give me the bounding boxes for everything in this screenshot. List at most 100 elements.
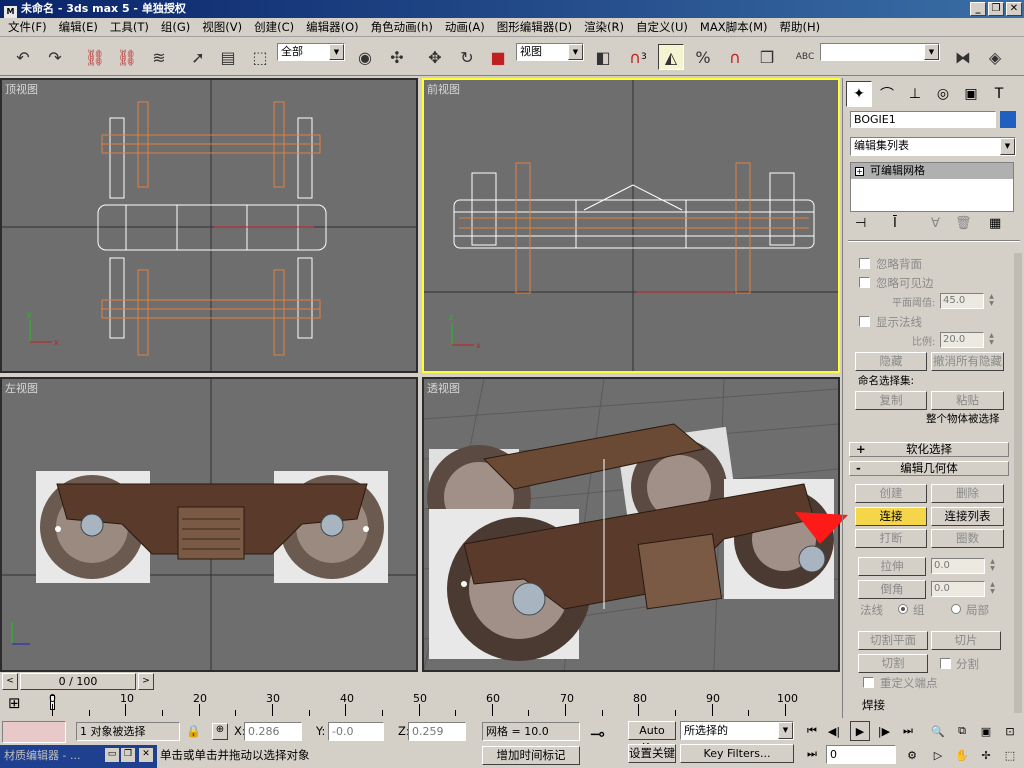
z-coordinate[interactable]: 0.259: [408, 722, 466, 741]
key-mode-dropdown[interactable]: 所选择的 ▼: [680, 721, 794, 740]
taskbar-close-icon[interactable]: ✕: [139, 748, 153, 762]
turn-button[interactable]: 圈数: [931, 529, 1004, 548]
zoom-extents-icon[interactable]: ▣: [976, 721, 996, 741]
spinner-arrows-icon[interactable]: ▲ ▼: [986, 293, 997, 309]
set-key-button[interactable]: 设置关键帧: [628, 744, 676, 763]
key-mode-toggle-icon[interactable]: ⏭: [802, 744, 822, 764]
attach-list-button[interactable]: 连接列表: [931, 507, 1004, 526]
normal-group-radio[interactable]: [898, 604, 908, 614]
pin-stack-icon[interactable]: ⊣: [855, 216, 866, 231]
edit-geometry-rollout[interactable]: - 编辑几何体: [849, 461, 1009, 476]
play-icon[interactable]: ▶: [850, 721, 870, 741]
chamfer-button[interactable]: 倒角: [858, 580, 926, 599]
current-frame-field[interactable]: 0: [826, 745, 896, 764]
create-button[interactable]: 创建: [855, 484, 927, 503]
zoom-all-icon[interactable]: ⧉: [952, 721, 972, 741]
named-selection-dropdown[interactable]: ▼: [820, 43, 940, 61]
reference-coordinate-dropdown[interactable]: 视图 ▼: [516, 43, 584, 61]
taskbar-restore-icon[interactable]: ▭: [105, 748, 119, 762]
menu-character[interactable]: 角色动画(h): [365, 19, 439, 35]
ignore-visible-edges-checkbox[interactable]: [859, 277, 870, 288]
extrude-button[interactable]: 拉伸: [858, 557, 926, 576]
make-unique-icon[interactable]: ∀: [931, 216, 940, 231]
normal-scale-spinner[interactable]: 20.0 ▲ ▼: [940, 332, 994, 348]
selection-filter-dropdown[interactable]: 全部 ▼: [277, 43, 345, 61]
add-time-tag-button[interactable]: 增加时间标记: [482, 746, 580, 765]
hide-button[interactable]: 隐藏: [855, 352, 927, 371]
angle-snap-icon[interactable]: ◭: [658, 44, 684, 70]
pivot-center-icon[interactable]: ◧: [590, 44, 616, 70]
menu-tools[interactable]: 工具(T): [104, 19, 155, 35]
create-tab-icon[interactable]: ✦: [846, 81, 872, 107]
refine-ends-checkbox[interactable]: [863, 677, 874, 688]
goto-start-icon[interactable]: ⏮: [802, 721, 822, 741]
mirror-icon[interactable]: ⧓: [950, 44, 976, 70]
panel-scrollbar[interactable]: [1014, 253, 1022, 713]
slice-button[interactable]: 切片: [931, 631, 1001, 650]
minimize-button[interactable]: _: [970, 2, 986, 16]
remove-modifier-icon[interactable]: 🗑: [955, 216, 972, 231]
normal-local-radio[interactable]: [951, 604, 961, 614]
next-frame-icon[interactable]: |▶: [874, 721, 894, 741]
paste-button[interactable]: 粘贴: [931, 391, 1004, 410]
close-button[interactable]: ✕: [1006, 2, 1022, 16]
maximize-viewport-icon[interactable]: ⬚: [1000, 745, 1020, 765]
curve-editor-icon[interactable]: ⊞: [8, 694, 21, 712]
unlink-icon[interactable]: ⛓: [114, 44, 140, 70]
spinner-arrows-icon[interactable]: ▲ ▼: [987, 558, 998, 574]
zoom-extents-all-icon[interactable]: ⊡: [1000, 721, 1020, 741]
split-checkbox[interactable]: [940, 658, 951, 669]
absolute-mode-icon[interactable]: ⊕: [212, 723, 228, 740]
object-color-swatch[interactable]: [1000, 111, 1016, 128]
percent-snap-icon[interactable]: %: [690, 44, 716, 70]
copy-button[interactable]: 复制: [855, 391, 927, 410]
expand-icon[interactable]: +: [855, 167, 864, 176]
align-icon[interactable]: ◈: [982, 44, 1008, 70]
menu-edit[interactable]: 编辑(E): [53, 19, 104, 35]
select-and-scale-icon[interactable]: ■: [485, 44, 511, 70]
bind-space-warp-icon[interactable]: ≋: [146, 44, 172, 70]
select-and-link-icon[interactable]: ⛓: [82, 44, 108, 70]
field-of-view-icon[interactable]: ▷: [928, 745, 948, 765]
arc-rotate-icon[interactable]: ✢: [976, 745, 996, 765]
restore-button[interactable]: ❐: [988, 2, 1004, 16]
spinner-arrows-icon[interactable]: ▲ ▼: [986, 332, 997, 348]
crossing-selection-icon[interactable]: ✣: [384, 44, 410, 70]
key-filters-button[interactable]: Key Filters...: [680, 744, 794, 763]
motion-tab-icon[interactable]: ◎: [930, 81, 956, 107]
menu-help[interactable]: 帮助(H): [773, 19, 826, 35]
select-and-rotate-icon[interactable]: ↻: [454, 44, 480, 70]
viewport-perspective[interactable]: 透视图: [422, 377, 840, 672]
select-object-icon[interactable]: ➚: [185, 44, 211, 70]
stack-item[interactable]: + 可编辑网格: [851, 163, 1013, 179]
unhide-all-button[interactable]: 撤消所有隐藏: [931, 352, 1004, 371]
cut-button[interactable]: 切割: [858, 654, 928, 673]
abc-text-icon[interactable]: ABC: [792, 44, 818, 70]
attach-button[interactable]: 连接: [855, 507, 927, 526]
redo-icon[interactable]: ↷: [42, 44, 68, 70]
menu-create[interactable]: 创建(C): [248, 19, 300, 35]
zoom-icon[interactable]: 🔍: [928, 721, 948, 741]
previous-frame-icon[interactable]: ◀|: [824, 721, 844, 741]
menu-graph-editors[interactable]: 图形编辑器(D): [491, 19, 578, 35]
show-end-result-icon[interactable]: Ī: [893, 216, 897, 231]
delete-button[interactable]: 删除: [931, 484, 1004, 503]
modifier-list-dropdown[interactable]: 编辑集列表 ▼: [850, 137, 1016, 156]
y-coordinate[interactable]: -0.0: [328, 722, 384, 741]
set-key-icon[interactable]: ⊸: [590, 726, 605, 744]
select-by-name-icon[interactable]: ▤: [215, 44, 241, 70]
edit-named-selection-icon[interactable]: ❒: [754, 44, 780, 70]
menu-rendering[interactable]: 渲染(R): [578, 19, 630, 35]
menu-maxscript[interactable]: MAX脚本(M): [694, 19, 774, 35]
object-name-field[interactable]: BOGIE1: [850, 111, 996, 128]
viewport-front[interactable]: 前视图 zx: [422, 78, 840, 373]
planar-threshold-spinner[interactable]: 45.0 ▲ ▼: [940, 293, 994, 309]
hierarchy-tab-icon[interactable]: ⊥: [902, 81, 928, 107]
chamfer-spinner[interactable]: 0.0 ▲ ▼: [931, 581, 995, 597]
menu-animation[interactable]: 动画(A): [439, 19, 491, 35]
utilities-tab-icon[interactable]: T: [986, 81, 1012, 107]
rectangular-selection-icon[interactable]: ⬚: [247, 44, 273, 70]
time-slider-next-icon[interactable]: >: [138, 673, 154, 690]
lock-selection-icon[interactable]: 🔒: [186, 724, 201, 738]
slice-plane-button[interactable]: 切割平面: [858, 631, 928, 650]
